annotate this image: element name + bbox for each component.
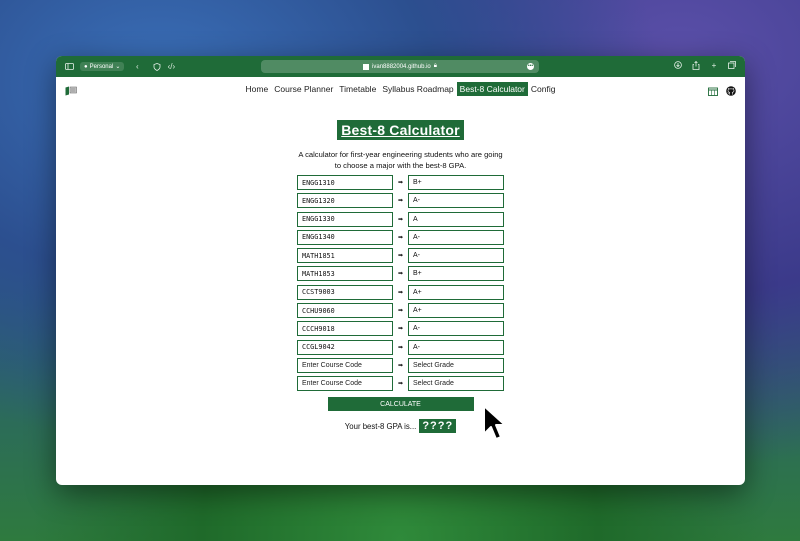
site-logo-icon[interactable] <box>65 83 77 96</box>
nav-link-home[interactable]: Home <box>243 82 272 96</box>
grade-select[interactable]: A- <box>408 229 504 245</box>
calendar-icon[interactable] <box>708 83 718 101</box>
empty-course-row: Enter Course Code ➡ Select Grade <box>297 357 504 373</box>
grade-select[interactable]: B+ <box>408 266 504 282</box>
empty-course-row: Enter Course Code ➡ Select Grade <box>297 376 504 392</box>
browser-toolbar: ● Personal ⌄ ‹ ‹/› ivan8882004.github.io… <box>56 56 745 77</box>
main-content: Best-8 Calculator A calculator for first… <box>56 100 745 434</box>
course-row: ENGG1310 ➡ B+ <box>297 175 504 190</box>
grade-select[interactable]: Select Grade <box>408 357 504 373</box>
result-line: Your best-8 GPA is... ???? <box>344 419 457 434</box>
nav-links: Home Course Planner Timetable Syllabus Road… <box>243 81 559 96</box>
more-icon[interactable]: ••• <box>527 63 534 70</box>
result-label: Your best-8 GPA is... <box>344 421 417 431</box>
address-bar[interactable]: ivan8882004.github.io 🔒︎ ••• <box>261 60 539 73</box>
arrow-right-icon: ➡ <box>397 216 404 223</box>
site-favicon-icon <box>363 63 370 70</box>
course-row: CCGL9042 ➡ A- <box>297 339 504 355</box>
new-tab-icon[interactable]: + <box>709 60 719 70</box>
nav-link-timetable[interactable]: Timetable <box>336 82 379 96</box>
course-code-input[interactable]: Enter Course Code <box>297 376 393 392</box>
back-icon[interactable]: ‹ <box>132 62 142 72</box>
arrow-right-icon: ➡ <box>397 289 404 296</box>
course-row: CCST9003 ➡ A+ <box>297 284 504 300</box>
chevron-down-icon: ⌄ <box>115 64 121 70</box>
course-row: ENGG1330 ➡ A <box>297 211 504 227</box>
grade-select[interactable]: Select Grade <box>408 376 504 392</box>
nav-link-syllabus-roadmap[interactable]: Syllabus Roadmap <box>379 82 456 96</box>
grade-select[interactable]: A- <box>408 248 504 264</box>
url-text: ivan8882004.github.io <box>372 63 431 70</box>
arrow-right-icon: ➡ <box>397 234 404 241</box>
arrow-right-icon: ➡ <box>397 198 404 205</box>
course-row: CCHU9060 ➡ A+ <box>297 303 504 319</box>
course-row: CCCH9018 ➡ A- <box>297 321 504 337</box>
page-title: Best-8 Calculator <box>337 120 464 140</box>
course-code-input[interactable]: CCST9003 <box>297 284 393 300</box>
nav-link-course-planner[interactable]: Course Planner <box>271 82 336 96</box>
arrow-right-icon: ➡ <box>397 362 404 369</box>
shield-icon[interactable] <box>152 62 162 72</box>
nav-link-best-8-calculator[interactable]: Best-8 Calculator <box>456 81 528 96</box>
arrow-right-icon: ➡ <box>397 271 404 278</box>
arrow-right-icon: ➡ <box>397 381 404 388</box>
calculate-button[interactable]: CALCULATE <box>327 397 474 412</box>
github-icon[interactable] <box>726 83 736 101</box>
grade-select[interactable]: A- <box>408 339 504 355</box>
course-code-input[interactable]: Enter Course Code <box>297 357 393 373</box>
course-code-input[interactable]: ENGG1310 <box>297 175 393 190</box>
tabs-overview-icon[interactable] <box>727 60 737 70</box>
course-code-input[interactable]: ENGG1320 <box>297 193 393 209</box>
person-icon: ● <box>84 63 88 70</box>
grade-select[interactable]: B+ <box>408 175 504 190</box>
grade-select[interactable]: A+ <box>408 303 504 319</box>
course-code-input[interactable]: MATH1853 <box>297 266 393 282</box>
arrow-right-icon: ➡ <box>397 326 404 333</box>
course-grade-list: ENGG1310 ➡ B+ ENGG1320 ➡ A- ENGG1330 ➡ A ENGG1340… <box>297 175 504 392</box>
share-icon[interactable] <box>691 60 701 70</box>
nav-link-config[interactable]: Config <box>528 82 559 96</box>
site-navbar: Home Course Planner Timetable Syllabus Road… <box>56 77 745 100</box>
mouse-pointer-icon <box>483 405 506 440</box>
code-icon[interactable]: ‹/› <box>166 62 176 72</box>
download-icon[interactable] <box>673 60 683 70</box>
course-row: MATH1851 ➡ A- <box>297 248 504 264</box>
course-code-input[interactable]: CCGL9042 <box>297 339 393 355</box>
page-description: A calculator for first-year engineering … <box>298 150 503 170</box>
profile-label: Personal <box>89 63 114 70</box>
lock-icon: 🔒︎ <box>433 63 437 69</box>
course-row: MATH1853 ➡ B+ <box>297 266 504 282</box>
course-row: ENGG1340 ➡ A- <box>297 229 504 245</box>
course-code-input[interactable]: ENGG1330 <box>297 211 393 227</box>
grade-select[interactable]: A- <box>408 321 504 337</box>
arrow-right-icon: ➡ <box>397 253 404 260</box>
grade-select[interactable]: A <box>408 211 504 227</box>
course-code-input[interactable]: MATH1851 <box>297 248 393 264</box>
course-row: ENGG1320 ➡ A- <box>297 193 504 209</box>
profile-button[interactable]: ● Personal ⌄ <box>80 62 125 71</box>
grade-select[interactable]: A- <box>408 193 504 209</box>
course-code-input[interactable]: CCHU9060 <box>297 303 393 319</box>
grade-select[interactable]: A+ <box>408 284 504 300</box>
course-code-input[interactable]: ENGG1340 <box>297 229 393 245</box>
course-code-input[interactable]: CCCH9018 <box>297 321 393 337</box>
result-value: ???? <box>419 419 457 434</box>
arrow-right-icon: ➡ <box>397 180 404 186</box>
arrow-right-icon: ➡ <box>397 344 404 351</box>
sidebar-toggle-icon[interactable] <box>64 62 74 72</box>
arrow-right-icon: ➡ <box>397 308 404 315</box>
browser-window: ● Personal ⌄ ‹ ‹/› ivan8882004.github.io… <box>56 56 745 485</box>
